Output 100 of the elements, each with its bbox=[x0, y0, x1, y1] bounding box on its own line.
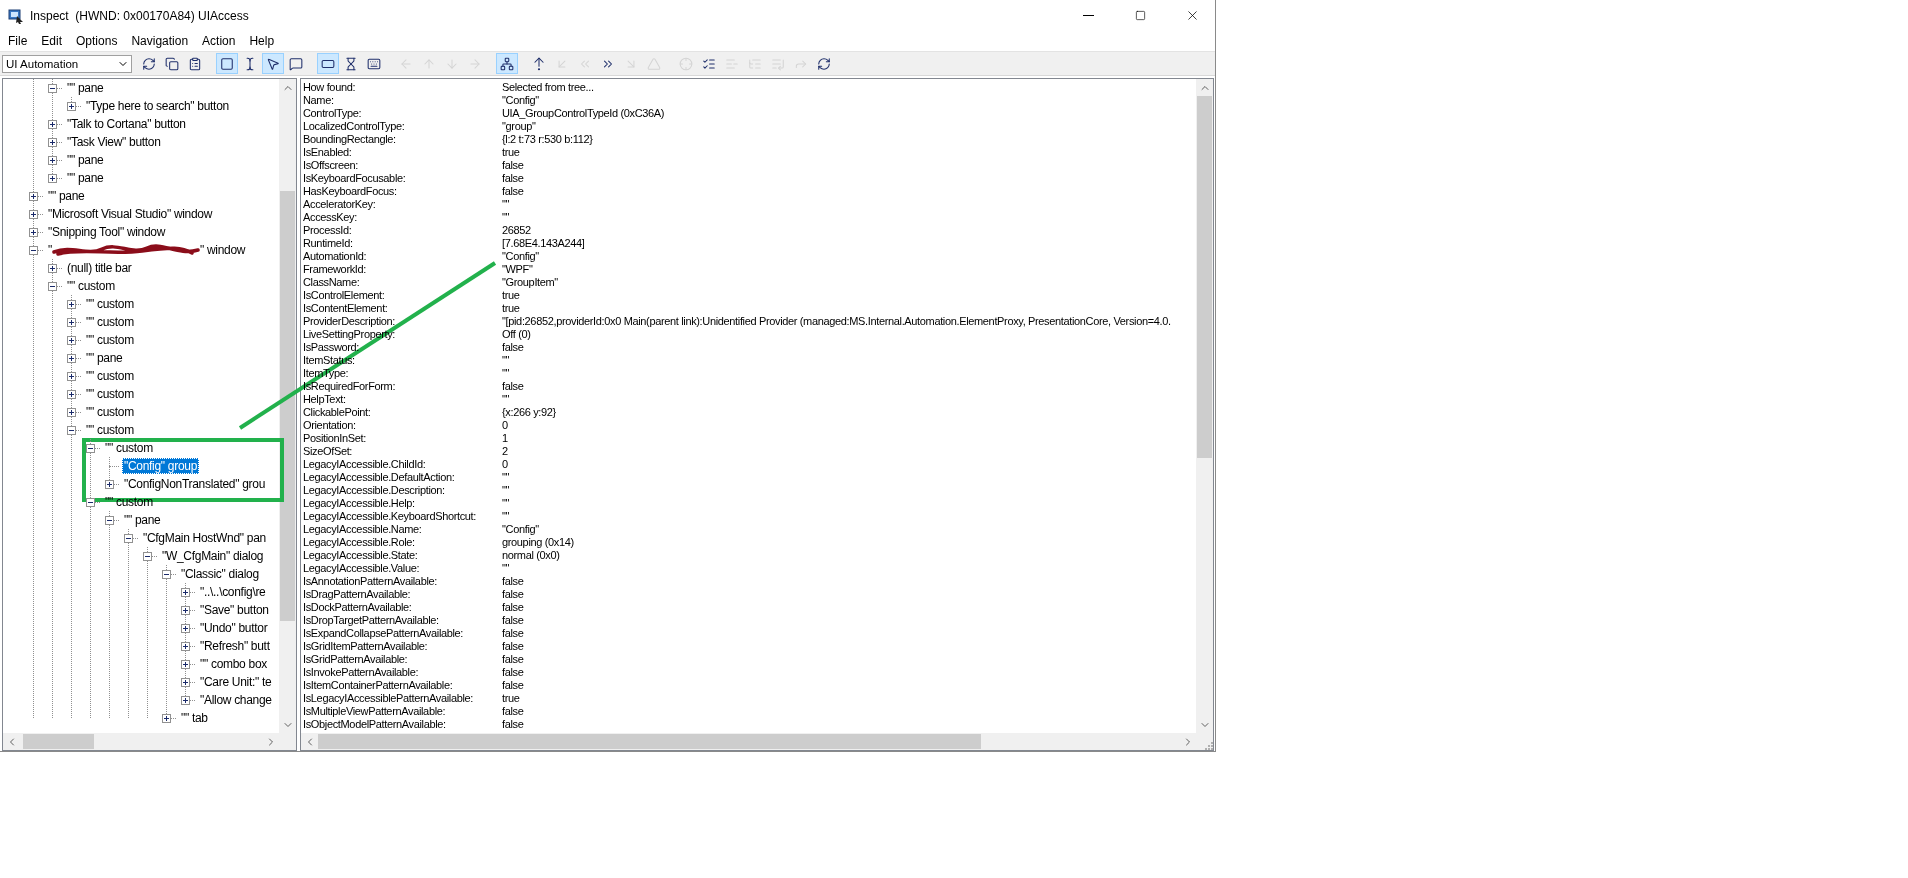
scroll-thumb[interactable] bbox=[22, 734, 95, 749]
tree-item[interactable]: "" tab bbox=[179, 710, 210, 726]
collapse-icon[interactable] bbox=[48, 281, 57, 291]
tree-item[interactable]: "Microsoft Visual Studio" window bbox=[46, 206, 215, 222]
menu-item[interactable]: Options bbox=[69, 32, 125, 50]
collapse-icon[interactable] bbox=[48, 83, 57, 93]
property-name: LocalizedControlType: bbox=[303, 120, 406, 133]
scroll-thumb[interactable] bbox=[1197, 96, 1212, 458]
tree-item[interactable]: "" custom bbox=[84, 368, 136, 384]
tree-item[interactable]: "" pane bbox=[122, 512, 163, 528]
tree-item[interactable]: "..\..\config\re bbox=[198, 584, 268, 600]
tree-item[interactable]: "Classic" dialog bbox=[179, 566, 261, 582]
collapse-icon[interactable] bbox=[67, 425, 76, 435]
expand-icon[interactable] bbox=[105, 479, 114, 489]
property-name: LegacyIAccessible.ChildId: bbox=[303, 458, 427, 471]
expand-icon[interactable] bbox=[181, 623, 190, 633]
tree-item[interactable]: " " window bbox=[46, 242, 248, 258]
horizontal-scrollbar[interactable] bbox=[3, 733, 279, 750]
expand-icon[interactable] bbox=[29, 209, 38, 219]
tree-item[interactable]: "Snipping Tool" window bbox=[46, 224, 168, 240]
tree-item[interactable]: "" custom bbox=[84, 386, 136, 402]
tree-item[interactable]: "ConfigNonTranslated" grou bbox=[122, 476, 268, 492]
tree-item[interactable]: "Undo" buttor bbox=[198, 620, 270, 636]
property-name: IsOffscreen: bbox=[303, 159, 359, 172]
expand-icon[interactable] bbox=[29, 191, 38, 201]
tree-item[interactable]: "" custom bbox=[84, 422, 136, 438]
tree-item[interactable]: "" custom bbox=[84, 404, 136, 420]
tree-item[interactable]: "Type here to search" button bbox=[84, 98, 231, 114]
tree-item[interactable]: "" pane bbox=[65, 80, 106, 96]
horizontal-scrollbar[interactable] bbox=[301, 733, 1196, 750]
tree-item[interactable]: "Save" button bbox=[198, 602, 271, 618]
expand-icon[interactable] bbox=[67, 335, 76, 345]
expand-icon[interactable] bbox=[181, 695, 190, 705]
expand-icon[interactable] bbox=[181, 587, 190, 597]
tree-item[interactable]: "Care Unit:" te bbox=[198, 674, 274, 690]
vertical-scrollbar[interactable] bbox=[279, 79, 296, 733]
tree-item[interactable]: "Task View" button bbox=[65, 134, 163, 150]
expand-icon[interactable] bbox=[162, 713, 171, 723]
property-name: IsInvokePatternAvailable: bbox=[303, 666, 420, 679]
collapse-icon[interactable] bbox=[29, 245, 38, 255]
tree-item[interactable]: "W_CfgMain" dialog bbox=[160, 548, 266, 564]
expand-icon[interactable] bbox=[181, 605, 190, 615]
property-value: false bbox=[502, 341, 524, 354]
property-value: false bbox=[502, 380, 524, 393]
expand-icon[interactable] bbox=[181, 659, 190, 669]
expand-icon[interactable] bbox=[67, 317, 76, 327]
tree-item[interactable]: "Allow change bbox=[198, 692, 274, 708]
tree-item[interactable]: "Config" group bbox=[122, 458, 200, 474]
mode-dropdown[interactable]: UI Automation bbox=[2, 54, 132, 73]
collapse-icon[interactable] bbox=[86, 497, 95, 507]
menu-item[interactable]: Help bbox=[242, 32, 282, 50]
collapse-icon[interactable] bbox=[105, 515, 114, 525]
expand-icon[interactable] bbox=[48, 119, 57, 129]
property-value: 0 bbox=[502, 458, 508, 471]
property-value: "Config" bbox=[502, 523, 539, 536]
expand-icon[interactable] bbox=[67, 389, 76, 399]
expand-icon[interactable] bbox=[67, 101, 76, 111]
expand-icon[interactable] bbox=[48, 155, 57, 165]
property-name: IsAnnotationPatternAvailable: bbox=[303, 575, 438, 588]
tree-item[interactable]: "" custom bbox=[84, 296, 136, 312]
expand-icon[interactable] bbox=[67, 407, 76, 417]
menu-item[interactable]: Edit bbox=[34, 32, 70, 50]
tree-item[interactable]: (null) title bar bbox=[65, 260, 134, 276]
tree-item[interactable]: "" pane bbox=[65, 170, 106, 186]
tree-item[interactable]: "Refresh" butt bbox=[198, 638, 272, 654]
tree-item[interactable]: "" custom bbox=[84, 332, 136, 348]
tree-item[interactable]: "" custom bbox=[84, 314, 136, 330]
property-value: "WPF" bbox=[502, 263, 533, 276]
property-value: "" bbox=[502, 367, 510, 380]
expand-icon[interactable] bbox=[67, 299, 76, 309]
tree-item[interactable]: "" pane bbox=[84, 350, 125, 366]
collapse-icon[interactable] bbox=[124, 533, 133, 543]
expand-icon[interactable] bbox=[48, 137, 57, 147]
scroll-thumb[interactable] bbox=[318, 734, 981, 749]
collapse-icon[interactable] bbox=[143, 551, 152, 561]
tree-item[interactable]: "" pane bbox=[65, 152, 106, 168]
vertical-scrollbar[interactable] bbox=[1196, 79, 1213, 733]
tree-item[interactable]: "" custom bbox=[65, 278, 117, 294]
resize-grip[interactable] bbox=[1203, 740, 1213, 750]
expand-icon[interactable] bbox=[181, 677, 190, 687]
tree-item[interactable]: "CfgMain HostWnd" pan bbox=[141, 530, 268, 546]
property-name: LegacyIAccessible.State: bbox=[303, 549, 419, 562]
collapse-icon[interactable] bbox=[86, 443, 95, 453]
tree-item[interactable]: "" pane bbox=[46, 188, 87, 204]
scroll-thumb[interactable] bbox=[280, 191, 295, 621]
tree-item[interactable]: "" combo box bbox=[198, 656, 269, 672]
tree-item[interactable]: "Talk to Cortana" button bbox=[65, 116, 188, 132]
collapse-icon[interactable] bbox=[162, 569, 171, 579]
expand-icon[interactable] bbox=[48, 173, 57, 183]
expand-icon[interactable] bbox=[181, 641, 190, 651]
expand-icon[interactable] bbox=[48, 263, 57, 273]
menu-item[interactable]: File bbox=[1, 32, 35, 50]
menu-item[interactable]: Navigation bbox=[124, 32, 196, 50]
menu-item[interactable]: Action bbox=[195, 32, 243, 50]
tree-item[interactable]: "" custom bbox=[103, 440, 155, 456]
expand-icon[interactable] bbox=[67, 353, 76, 363]
expand-icon[interactable] bbox=[67, 371, 76, 381]
property-value: "" bbox=[502, 354, 510, 367]
property-value: 0 bbox=[502, 419, 508, 432]
expand-icon[interactable] bbox=[29, 227, 38, 237]
